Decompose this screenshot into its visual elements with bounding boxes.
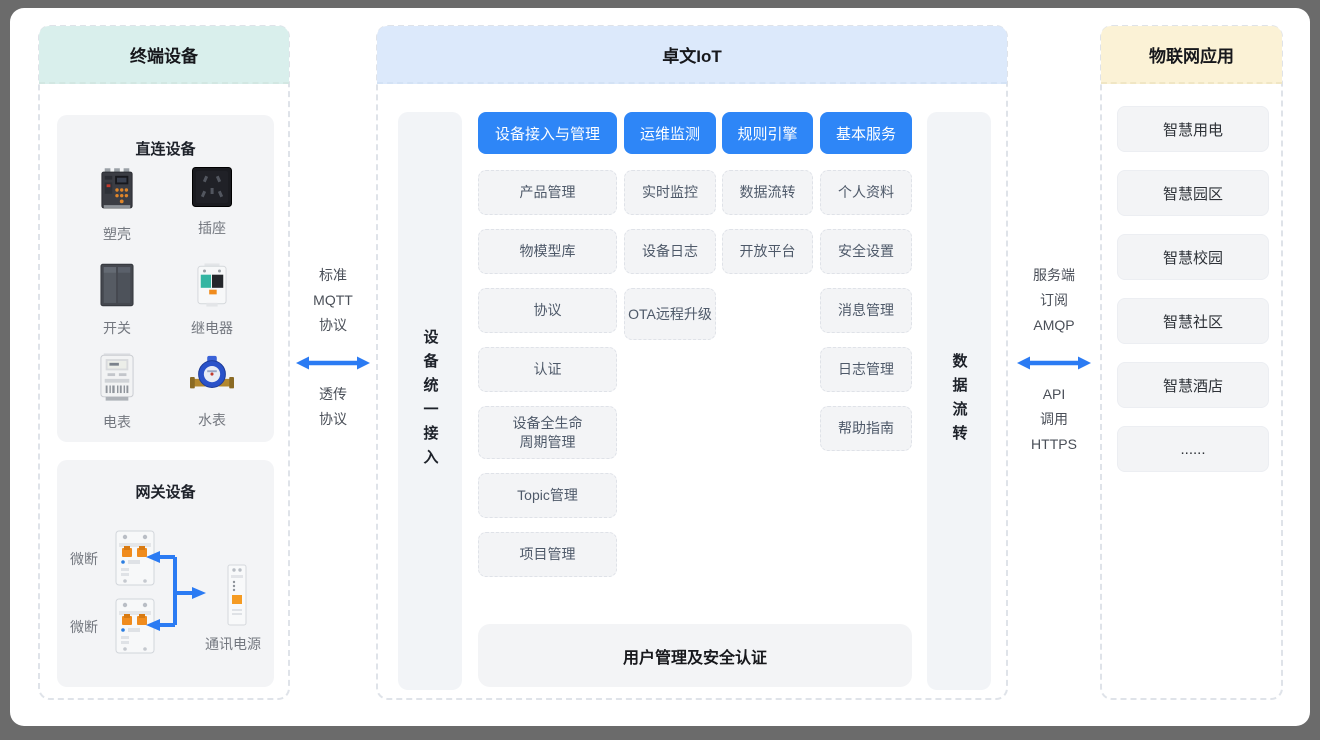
diagram-canvas: 终端设备 直连设备 (10, 8, 1310, 726)
app-item-smart-park: 智慧园区 (1117, 170, 1269, 216)
protocol-text: AMQP (1008, 313, 1100, 338)
column-header-device-access: 设备接入与管理 (478, 112, 617, 154)
app-item-smart-power: 智慧用电 (1117, 106, 1269, 152)
device-socket: 插座 (162, 167, 262, 236)
feature-box: OTA远程升级 (624, 288, 716, 340)
feature-box: 实时监控 (624, 170, 716, 215)
column-header-rule-engine: 规则引擎 (722, 112, 813, 154)
direct-devices-title: 直连设备 (57, 138, 274, 159)
protocol-text: MQTT (290, 288, 376, 313)
feature-box: 项目管理 (478, 532, 617, 577)
molded-case-breaker-icon (100, 167, 134, 218)
feature-box: 个人资料 (820, 170, 912, 215)
terminal-devices-panel: 终端设备 直连设备 (38, 25, 290, 700)
feature-box: 开放平台 (722, 229, 813, 274)
column-header-ops-monitoring: 运维监测 (624, 112, 716, 154)
platform-header: 卓文IoT (377, 26, 1007, 84)
relay-icon (197, 263, 227, 312)
electric-meter-icon (100, 353, 134, 406)
water-meter-icon (190, 353, 234, 404)
feature-box: 数据流转 (722, 170, 813, 215)
device-label: 继电器 (191, 320, 233, 336)
device-label: 水表 (198, 412, 226, 428)
protocol-text: 标准 (290, 263, 376, 288)
app-item-more: ...... (1117, 426, 1269, 472)
device-switch: 开关 (67, 263, 167, 336)
platform-title: 卓文IoT (662, 42, 722, 67)
gateway-connection-arrows (57, 460, 274, 687)
feature-box: 协议 (478, 288, 617, 333)
protocol-text: 服务端 (1008, 263, 1100, 288)
double-arrow-icon (295, 355, 371, 371)
protocol-text: 订阅 (1008, 288, 1100, 313)
device-label: 插座 (198, 220, 226, 236)
protocol-text: 协议 (290, 407, 376, 432)
app-item-smart-hotel: 智慧酒店 (1117, 362, 1269, 408)
architecture-diagram: 终端设备 直连设备 (0, 0, 1320, 740)
protocol-text: 协议 (290, 313, 376, 338)
socket-icon (192, 167, 232, 212)
protocol-text: API (1008, 382, 1100, 407)
device-label: 塑壳 (103, 226, 131, 242)
device-water-meter: 水表 (162, 353, 262, 428)
device-molded-case: 塑壳 (67, 167, 167, 242)
gateway-devices-card: 网关设备 微断 微断 通讯电源 (57, 460, 274, 687)
feature-box: 设备全生命周期管理 (478, 406, 617, 459)
iot-applications-header: 物联网应用 (1101, 26, 1282, 84)
app-item-smart-campus: 智慧校园 (1117, 234, 1269, 280)
feature-box: 日志管理 (820, 347, 912, 392)
direct-devices-card: 直连设备 (57, 115, 274, 442)
device-label: 开关 (103, 320, 131, 336)
app-item-smart-community: 智慧社区 (1117, 298, 1269, 344)
right-protocol-connector: 服务端 订阅 AMQP API 调用 HTTPS (1008, 263, 1100, 457)
feature-box: 产品管理 (478, 170, 617, 215)
protocol-text: 透传 (290, 382, 376, 407)
double-arrow-icon (1016, 355, 1092, 371)
feature-box: 物模型库 (478, 229, 617, 274)
device-label: 电表 (103, 414, 131, 430)
terminal-devices-title: 终端设备 (130, 42, 198, 67)
platform-panel: 卓文IoT 设备统一接入 数据流转 设备接入与管理 运维监测 规则引擎 基本服务… (376, 25, 1008, 700)
device-relay: 继电器 (162, 263, 262, 336)
device-electric-meter: 电表 (67, 353, 167, 430)
protocol-text: 调用 (1008, 407, 1100, 432)
wall-switch-icon (100, 263, 134, 312)
column-header-basic-services: 基本服务 (820, 112, 912, 154)
feature-box: 认证 (478, 347, 617, 392)
feature-box: Topic管理 (478, 473, 617, 518)
user-management-bar: 用户管理及安全认证 (478, 624, 912, 687)
protocol-text: HTTPS (1008, 432, 1100, 457)
left-protocol-connector: 标准 MQTT 协议 透传 协议 (290, 263, 376, 432)
data-flow-bar: 数据流转 (927, 112, 991, 690)
feature-box: 设备日志 (624, 229, 716, 274)
terminal-devices-header: 终端设备 (39, 26, 289, 84)
feature-box: 帮助指南 (820, 406, 912, 451)
device-unified-access-bar: 设备统一接入 (398, 112, 462, 690)
feature-box: 消息管理 (820, 288, 912, 333)
iot-applications-title: 物联网应用 (1149, 42, 1234, 67)
iot-applications-panel: 物联网应用 智慧用电 智慧园区 智慧校园 智慧社区 智慧酒店 ...... (1100, 25, 1283, 700)
feature-box: 安全设置 (820, 229, 912, 274)
